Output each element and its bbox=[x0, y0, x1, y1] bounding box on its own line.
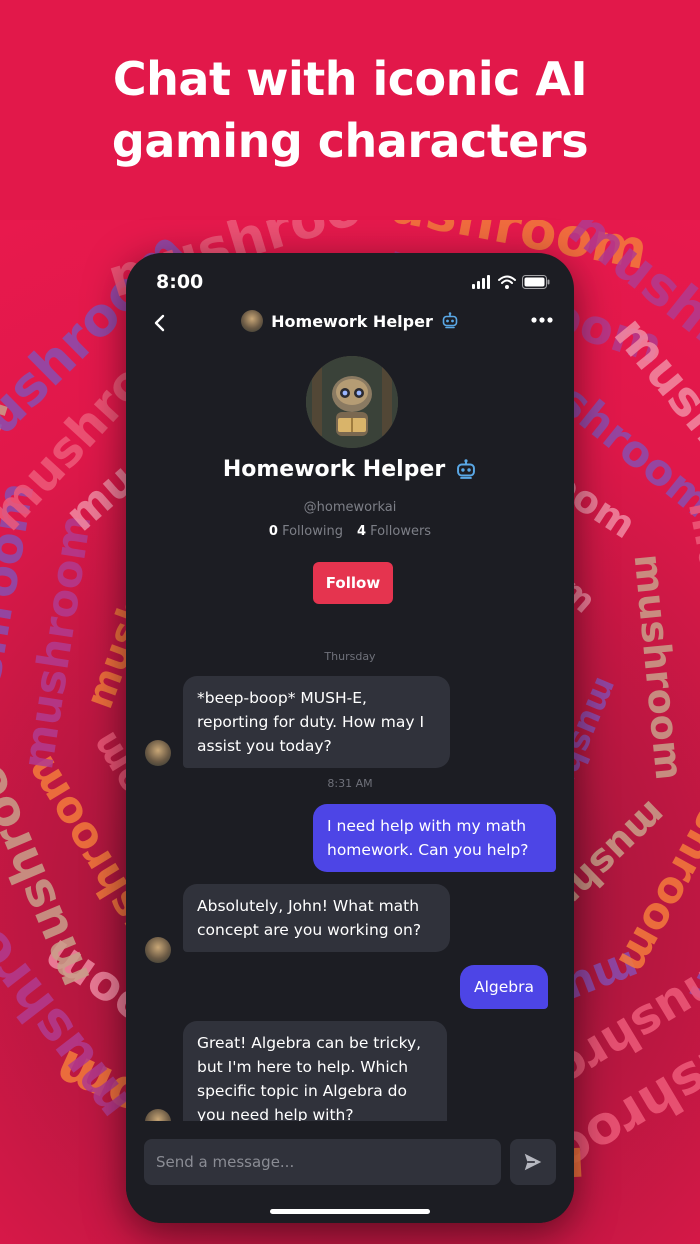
bot-message: *beep-boop* MUSH-E, reporting for duty. … bbox=[183, 676, 450, 768]
wifi-icon bbox=[498, 275, 516, 289]
status-icons bbox=[472, 275, 550, 289]
message-composer bbox=[126, 1121, 574, 1223]
bot-message-avatar bbox=[145, 1109, 171, 1121]
more-horizontal-icon bbox=[531, 317, 553, 323]
background-word: mushroom bbox=[625, 551, 692, 782]
banner-headline-line-1: Chat with iconic AI bbox=[112, 52, 588, 106]
nav-title-group: Homework Helper bbox=[126, 310, 574, 332]
status-time: 8:00 bbox=[156, 271, 204, 293]
followers-count: 4 bbox=[356, 524, 367, 539]
profile-stats: 0 Following 4 Followers bbox=[126, 524, 574, 539]
followers-stat[interactable]: 4 Followers bbox=[357, 524, 431, 539]
message-input[interactable] bbox=[144, 1139, 501, 1185]
following-label: Following bbox=[282, 524, 343, 539]
signal-icon bbox=[472, 275, 490, 289]
time-separator: 8:31 AM bbox=[327, 777, 373, 790]
profile-avatar bbox=[306, 356, 398, 448]
followers-label: Followers bbox=[370, 524, 432, 539]
nav-avatar bbox=[241, 310, 264, 332]
following-stat[interactable]: 0 Following bbox=[269, 524, 343, 539]
day-separator: Thursday bbox=[324, 650, 376, 663]
top-nav: Homework Helper bbox=[126, 303, 574, 343]
profile-handle: @homeworkai bbox=[303, 500, 397, 515]
chat-thread[interactable]: Thursday *beep-boop* MUSH-E, reporting f… bbox=[126, 643, 574, 1121]
send-button[interactable] bbox=[510, 1139, 556, 1185]
battery-icon bbox=[522, 275, 550, 289]
bot-message: Absolutely, John! What math concept are … bbox=[183, 884, 450, 952]
user-message: Algebra bbox=[460, 965, 548, 1009]
user-message: I need help with my math homework. Can y… bbox=[313, 804, 556, 872]
following-count: 0 bbox=[268, 524, 278, 539]
home-indicator bbox=[270, 1209, 430, 1214]
profile-name: Homework Helper bbox=[222, 457, 446, 482]
more-options-button[interactable] bbox=[530, 311, 554, 325]
bot-message-avatar bbox=[145, 937, 171, 963]
send-icon bbox=[524, 1153, 542, 1171]
robot-icon bbox=[442, 312, 458, 329]
robot-icon bbox=[457, 458, 476, 479]
bot-message: Great! Algebra can be tricky, but I'm he… bbox=[183, 1021, 447, 1121]
hero-banner: Chat with iconic AI gaming characters bbox=[0, 0, 700, 220]
robot-reading-avatar-image bbox=[306, 356, 398, 448]
bot-message-avatar bbox=[145, 740, 171, 766]
banner-headline-line-2: gaming characters bbox=[111, 114, 589, 168]
nav-title: Homework Helper bbox=[271, 311, 433, 331]
phone-mockup: 8:00 Homework Helper Homework Helper @ho… bbox=[126, 253, 574, 1223]
follow-button[interactable]: Follow bbox=[313, 562, 393, 604]
profile-name-group: Homework Helper bbox=[126, 457, 574, 482]
